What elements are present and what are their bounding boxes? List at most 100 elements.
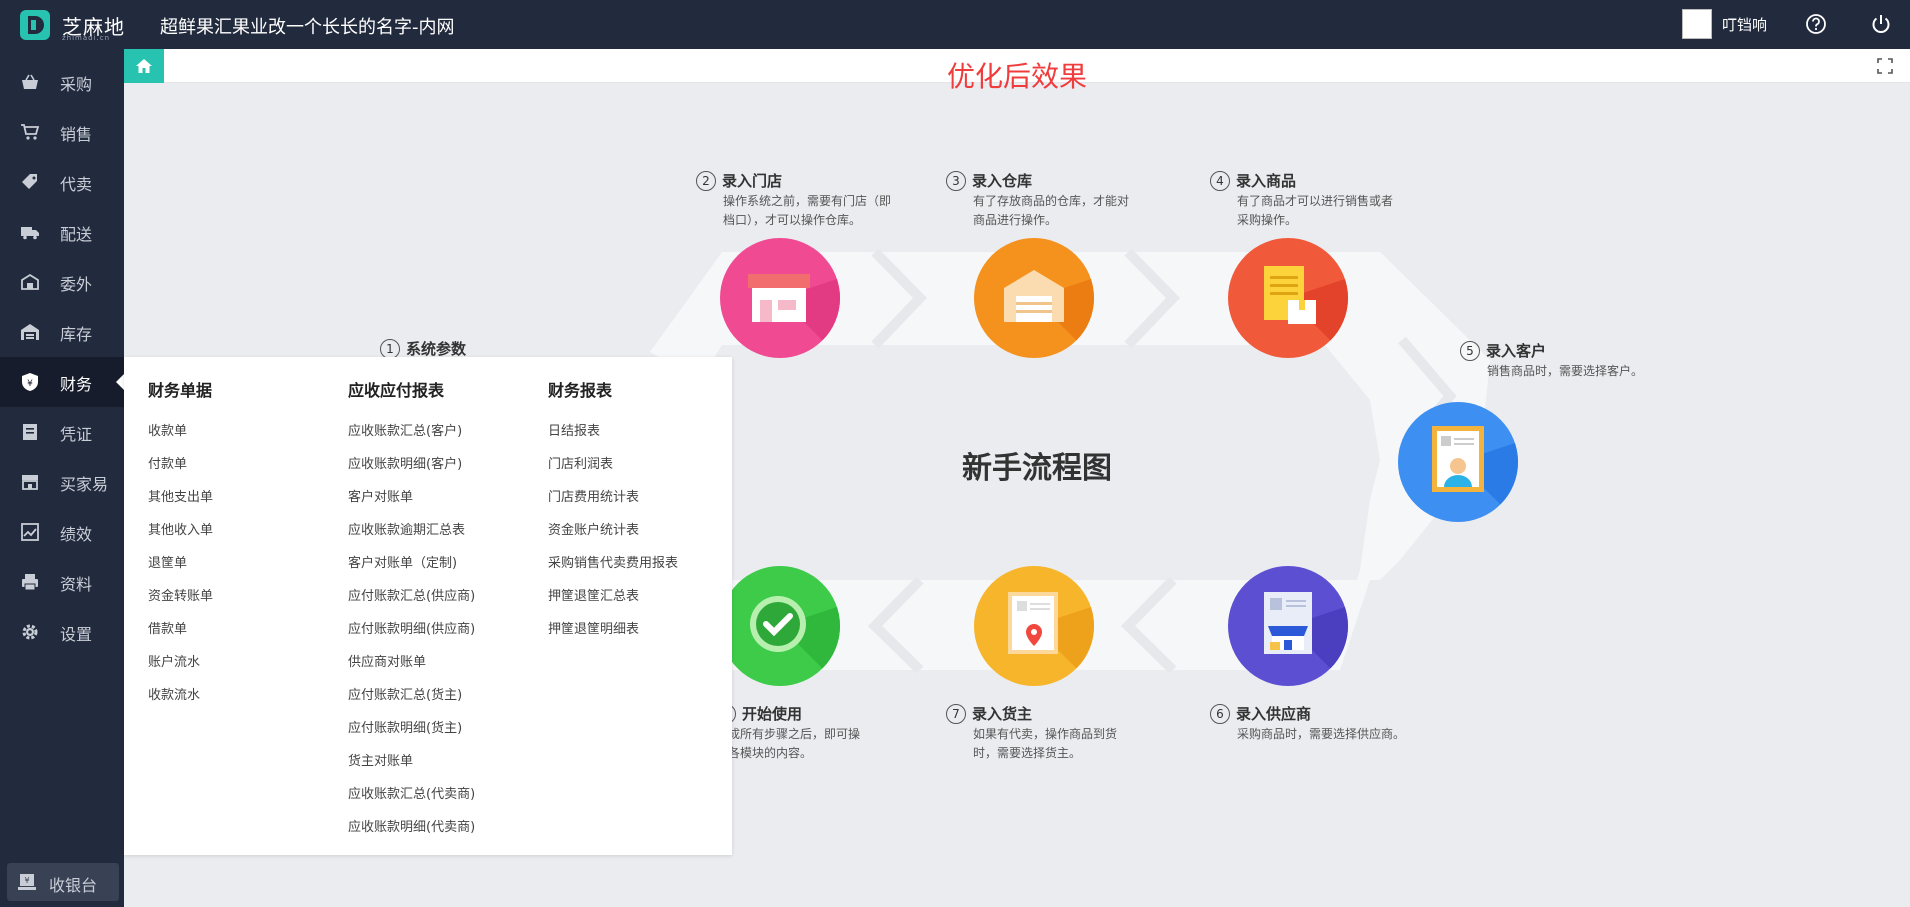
page-title: 优化后效果 (946, 60, 1087, 93)
menu-column-receivables: 应收应付报表 应收账款汇总(客户) 应收账款明细(客户) 客户对账单 应收账款逾… (348, 377, 475, 844)
menu-link[interactable]: 押筐退筐汇总表 (548, 580, 678, 613)
store-step-icon[interactable] (720, 238, 840, 358)
svg-text:¥: ¥ (24, 876, 29, 885)
menu-link[interactable]: 退筐单 (148, 547, 213, 580)
menu-link[interactable]: 其他支出单 (148, 481, 213, 514)
menu-link[interactable]: 应收账款汇总(代卖商) (348, 778, 475, 811)
cashier-icon: ¥ (18, 874, 36, 890)
menu-link[interactable]: 采购销售代卖费用报表 (548, 547, 678, 580)
step-4-desc: 有了商品才可以进行销售或者 采购操作。 (1237, 194, 1394, 227)
step-7-desc: 如果有代卖，操作商品到货 时，需要选择货主。 (973, 727, 1118, 760)
logo-subtitle: zhimadi.cn (62, 34, 111, 42)
sidebar-item-outsource[interactable]: 委外 (0, 257, 124, 307)
cashier-button[interactable]: ¥ 收银台 (7, 863, 119, 901)
sidebar-item-data[interactable]: 资料 (0, 557, 124, 607)
menu-link[interactable]: 其他收入单 (148, 514, 213, 547)
menu-link[interactable]: 门店利润表 (548, 448, 678, 481)
sidebar-item-performance[interactable]: 绩效 (0, 507, 124, 557)
sidebar: 采购 销售 代卖 配送 委外 库存 ¥ 财务 凭证 买家易 绩效 资料 设置 ¥… (0, 49, 124, 907)
sidebar-item-consign[interactable]: 代卖 (0, 157, 124, 207)
menu-link[interactable]: 借款单 (148, 613, 213, 646)
store-icon (22, 475, 38, 490)
voucher-icon (23, 424, 37, 440)
menu-link[interactable]: 收款单 (148, 415, 213, 448)
tag-icon (22, 174, 37, 189)
step-2-title: 2 录入门店 (696, 170, 782, 191)
menu-link[interactable]: 应付账款明细(货主) (348, 712, 475, 745)
start-step-icon[interactable] (720, 566, 840, 686)
avatar[interactable] (1682, 9, 1712, 39)
step-3-title: 3 录入仓库 (946, 170, 1032, 191)
menu-link[interactable]: 门店费用统计表 (548, 481, 678, 514)
menu-link[interactable]: 应收账款明细(客户) (348, 448, 475, 481)
top-bar: 芝麻地 zhimadi.cn 超鲜果汇果业改一个长长的名字-内网 叮铛响 (0, 0, 1910, 49)
menu-link[interactable]: 收款流水 (148, 679, 213, 712)
step-5-title: 5 录入客户 (1460, 340, 1546, 361)
cart-icon (21, 124, 40, 140)
menu-link[interactable]: 日结报表 (548, 415, 678, 448)
menu-link[interactable]: 应付账款汇总(货主) (348, 679, 475, 712)
step-8-desc: 完成所有步骤之后，即可操 作各模块的内容。 (716, 727, 861, 760)
truck-icon (21, 227, 39, 240)
menu-link[interactable]: 资金账户统计表 (548, 514, 678, 547)
menu-column-reports: 财务报表 日结报表 门店利润表 门店费用统计表 资金账户统计表 采购销售代卖费用… (548, 377, 678, 646)
step-6-desc: 采购商品时，需要选择供应商。 (1237, 727, 1406, 741)
app-logo[interactable]: 芝麻地 zhimadi.cn (18, 8, 128, 42)
sidebar-item-delivery[interactable]: 配送 (0, 207, 124, 257)
finance-menu: 财务单据 收款单 付款单 其他支出单 其他收入单 退筐单 资金转账单 借款单 账… (124, 357, 732, 855)
menu-column-title: 应收应付报表 (348, 381, 445, 400)
menu-link[interactable]: 账户流水 (148, 646, 213, 679)
customer-step-icon[interactable] (1398, 402, 1518, 522)
help-icon[interactable] (1805, 13, 1827, 35)
logo-mark-icon (20, 10, 50, 40)
step-1-title: 1 系统参数 (380, 338, 466, 359)
menu-column-documents: 财务单据 收款单 付款单 其他支出单 其他收入单 退筐单 资金转账单 借款单 账… (148, 377, 213, 712)
menu-link[interactable]: 资金转账单 (148, 580, 213, 613)
menu-link[interactable]: 客户对账单 (348, 481, 475, 514)
step-5-desc: 销售商品时，需要选择客户。 (1487, 364, 1644, 378)
menu-link[interactable]: 押筐退筐明细表 (548, 613, 678, 646)
menu-link[interactable]: 应收账款汇总(客户) (348, 415, 475, 448)
step-6-title: 6 录入供应商 (1210, 703, 1311, 724)
power-icon[interactable] (1870, 13, 1892, 35)
sidebar-item-inventory[interactable]: 库存 (0, 307, 124, 357)
user-name[interactable]: 叮铛响 (1722, 14, 1767, 35)
menu-link[interactable]: 供应商对账单 (348, 646, 475, 679)
menu-column-title: 财务单据 (148, 381, 213, 400)
warehouse-icon (21, 324, 39, 340)
menu-link[interactable]: 应付账款明细(供应商) (348, 613, 475, 646)
sidebar-item-sales[interactable]: 销售 (0, 107, 124, 157)
step-7-title: 7 录入货主 (946, 703, 1032, 724)
fullscreen-icon[interactable] (1876, 57, 1894, 75)
svg-text:¥: ¥ (27, 379, 33, 389)
menu-link[interactable]: 客户对账单（定制) (348, 547, 475, 580)
menu-column-title: 财务报表 (548, 381, 613, 400)
owner-step-icon[interactable] (974, 566, 1094, 686)
sidebar-item-settings[interactable]: 设置 (0, 607, 124, 657)
chart-icon (21, 523, 39, 541)
supplier-step-icon[interactable] (1228, 566, 1348, 686)
menu-link[interactable]: 应收账款逾期汇总表 (348, 514, 475, 547)
step-3-desc: 有了存放商品的仓库，才能对 商品进行操作。 (973, 194, 1130, 227)
menu-link[interactable]: 应付账款汇总(供应商) (348, 580, 475, 613)
app-title: 超鲜果汇果业改一个长长的名字-内网 (160, 17, 455, 38)
menu-link[interactable]: 付款单 (148, 448, 213, 481)
step-4-title: 4 录入商品 (1210, 170, 1296, 191)
gear-icon (22, 624, 38, 640)
outsource-icon (21, 273, 39, 290)
tab-bar: 优化后效果 (124, 49, 1910, 93)
basket-icon (22, 74, 38, 89)
sidebar-item-buyer[interactable]: 买家易 (0, 457, 124, 507)
active-caret (116, 374, 124, 390)
menu-link[interactable]: 货主对账单 (348, 745, 475, 778)
printer-icon (22, 574, 38, 591)
sidebar-item-finance[interactable]: ¥ 财务 (0, 357, 124, 407)
warehouse-step-icon[interactable] (974, 238, 1094, 358)
step-2-desc: 操作系统之前，需要有门店（即 档口），才可以操作仓库。 (723, 194, 892, 227)
yen-shield-icon: ¥ (22, 373, 38, 391)
sidebar-item-voucher[interactable]: 凭证 (0, 407, 124, 457)
menu-link[interactable]: 应收账款明细(代卖商) (348, 811, 475, 844)
flow-title: 新手流程图 (962, 451, 1112, 486)
sidebar-item-purchase[interactable]: 采购 (0, 57, 124, 107)
product-step-icon[interactable] (1228, 238, 1348, 358)
